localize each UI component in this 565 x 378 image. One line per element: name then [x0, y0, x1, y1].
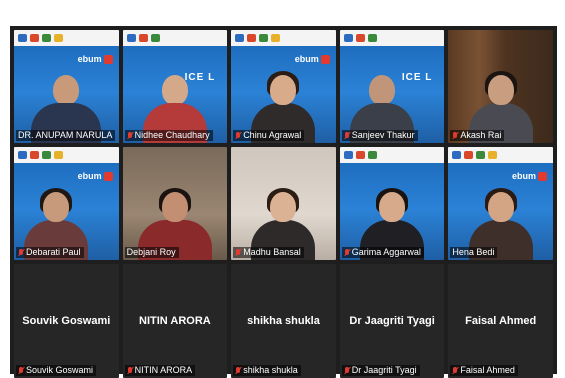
participant-display-name: Faisal Ahmed [465, 315, 537, 327]
mic-off-icon [235, 131, 241, 140]
participant-name-tag: Madhu Bansal [233, 247, 304, 258]
participant-name-tag: Debjani Roy [124, 247, 179, 258]
participant-tile-madhu-bansal[interactable]: Madhu Bansal [231, 147, 336, 260]
mic-off-icon [452, 366, 458, 375]
participant-display-name: Souvik Goswami [22, 315, 111, 327]
mic-off-icon [235, 248, 241, 257]
participant-name-tag: shikha shukla [233, 365, 301, 376]
participant-name-tag: Chinu Agrawal [233, 130, 305, 141]
participant-name-tag: Nidhee Chaudhary [124, 130, 213, 141]
sponsor-banner [14, 147, 119, 163]
participant-tile-shikha-shukla[interactable]: shikha shukla shikha shukla [231, 264, 336, 378]
participant-display-name: Dr Jaagriti Tyagi [349, 315, 435, 327]
video-gallery-grid: ebum DR. ANUPAM NARULA ICE L Nidhee Chau… [10, 26, 557, 378]
sponsor-banner [339, 30, 445, 46]
participant-name-tag: Dr Jaagriti Tyagi [341, 365, 420, 376]
participant-tile-debjani-roy[interactable]: Debjani Roy [122, 147, 228, 260]
mic-off-icon [127, 131, 133, 140]
participant-name-tag: Debarati Paul [16, 247, 84, 258]
participant-display-name: shikha shukla [247, 315, 320, 327]
mic-off-icon [344, 366, 350, 375]
sponsor-banner [339, 147, 445, 163]
sponsor-banner [231, 30, 336, 46]
participant-name-tag: Sanjeev Thakur [341, 130, 418, 141]
sponsor-banner [448, 147, 553, 163]
participant-tile-nitin-arora[interactable]: NITIN ARORA NITIN ARORA [122, 264, 228, 378]
participant-display-name: NITIN ARORA [139, 315, 211, 327]
mic-off-icon [452, 131, 458, 140]
participant-tile-faisal-ahmed[interactable]: Faisal Ahmed Faisal Ahmed [448, 264, 553, 378]
participant-name-tag: Garima Aggarwal [341, 247, 424, 258]
participant-tile-debarati-paul[interactable]: ebum Debarati Paul [14, 147, 119, 260]
participant-tile-jaagriti-tyagi[interactable]: Dr Jaagriti Tyagi Dr Jaagriti Tyagi [339, 264, 445, 378]
sponsor-banner [122, 30, 228, 46]
participant-name-tag: Akash Rai [450, 130, 505, 141]
participant-tile-anupam-narula[interactable]: ebum DR. ANUPAM NARULA [14, 30, 119, 143]
participant-tile-akash-rai[interactable]: Akash Rai [448, 30, 553, 143]
participant-name-tag: Souvik Goswami [16, 365, 97, 376]
participant-tile-sanjeev-thakur[interactable]: ICE L Sanjeev Thakur [339, 30, 445, 143]
sponsor-banner [14, 30, 119, 46]
participant-name-tag: NITIN ARORA [124, 365, 196, 376]
mic-off-icon [18, 366, 24, 375]
mic-off-icon [344, 248, 350, 257]
participant-tile-souvik-goswami[interactable]: Souvik Goswami Souvik Goswami [14, 264, 119, 378]
participant-tile-hena-bedi[interactable]: ebum Hena Bedi [448, 147, 553, 260]
mic-off-icon [235, 366, 241, 375]
participant-tile-chinu-agrawal[interactable]: ebum Chinu Agrawal [231, 30, 336, 143]
participant-name-tag: Faisal Ahmed [450, 365, 518, 376]
brand-logo: ebum [512, 171, 547, 182]
participant-tile-nidhee-chaudhary[interactable]: ICE L Nidhee Chaudhary [122, 30, 228, 143]
mic-off-icon [127, 366, 133, 375]
participant-name-tag: DR. ANUPAM NARULA [16, 130, 116, 141]
mic-off-icon [344, 131, 350, 140]
mic-off-icon [18, 248, 24, 257]
brand-logo: ebum [295, 54, 330, 65]
participant-tile-garima-aggarwal[interactable]: Garima Aggarwal [339, 147, 445, 260]
brand-logo: ebum [78, 54, 113, 65]
participant-name-tag: Hena Bedi [450, 247, 498, 258]
brand-logo: ebum [78, 171, 113, 182]
